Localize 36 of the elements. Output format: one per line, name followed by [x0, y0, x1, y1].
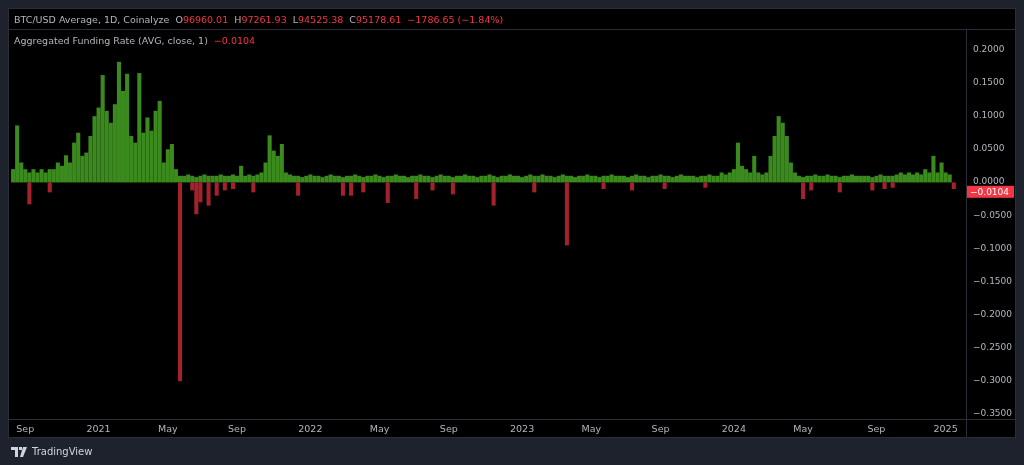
price-change: −1786.65 (−1.84%) [407, 13, 504, 25]
price-axis-label: −0.2500 [973, 342, 1013, 353]
price-axis-label: 0.1000 [973, 110, 1005, 121]
ohlc-value: O96960.01 [175, 13, 229, 25]
time-axis-label: 2021 [86, 423, 111, 434]
price-axis-label: 0.2000 [973, 43, 1005, 54]
price-axis-label: 0.1500 [973, 77, 1005, 87]
price-label: −0.0104 [967, 185, 1014, 198]
indicator-title: Aggregated Funding Rate (AVG, close, 1) [14, 35, 208, 46]
time-axis-label: 2025 [933, 423, 958, 434]
time-axis-label: May [581, 423, 602, 434]
price-axis-label: −0.3500 [973, 408, 1013, 419]
time-axis-label: Sep [439, 423, 458, 434]
price-axis-label: 0.0000 [973, 176, 1005, 187]
price-axis-label: −0.1500 [973, 275, 1013, 286]
ohlc-value: L94525.38 [292, 13, 344, 25]
price-axis-label: −0.3000 [973, 375, 1013, 386]
time-axis-label: May [158, 423, 178, 434]
time-axis-label: Sep [867, 423, 886, 434]
price-axis-label: −0.0500 [973, 209, 1013, 220]
time-axis-label: Sep [228, 423, 246, 434]
brand-name: TradingView [32, 446, 93, 457]
time-axis-label: May [369, 423, 390, 434]
price-axis-label: −0.2000 [973, 308, 1013, 319]
time-axis-label: 2022 [298, 423, 323, 434]
time-axis-label: Sep [651, 423, 670, 434]
time-axis-label: May [793, 423, 813, 434]
price-axis-label: 0.0500 [973, 143, 1005, 154]
indicator-value: −0.0104 [213, 35, 256, 46]
ohlc-value: H97261.93 [234, 13, 287, 25]
symbol-title: BTC/USD Average, 1D, Coinalyze [14, 13, 170, 25]
ohlc-value: C95178.61 [349, 13, 402, 25]
time-axis-label: 2024 [721, 423, 746, 434]
time-axis-label: Sep [16, 423, 35, 434]
price-axis-label: −0.1000 [973, 242, 1013, 253]
time-axis-label: 2023 [510, 423, 535, 434]
